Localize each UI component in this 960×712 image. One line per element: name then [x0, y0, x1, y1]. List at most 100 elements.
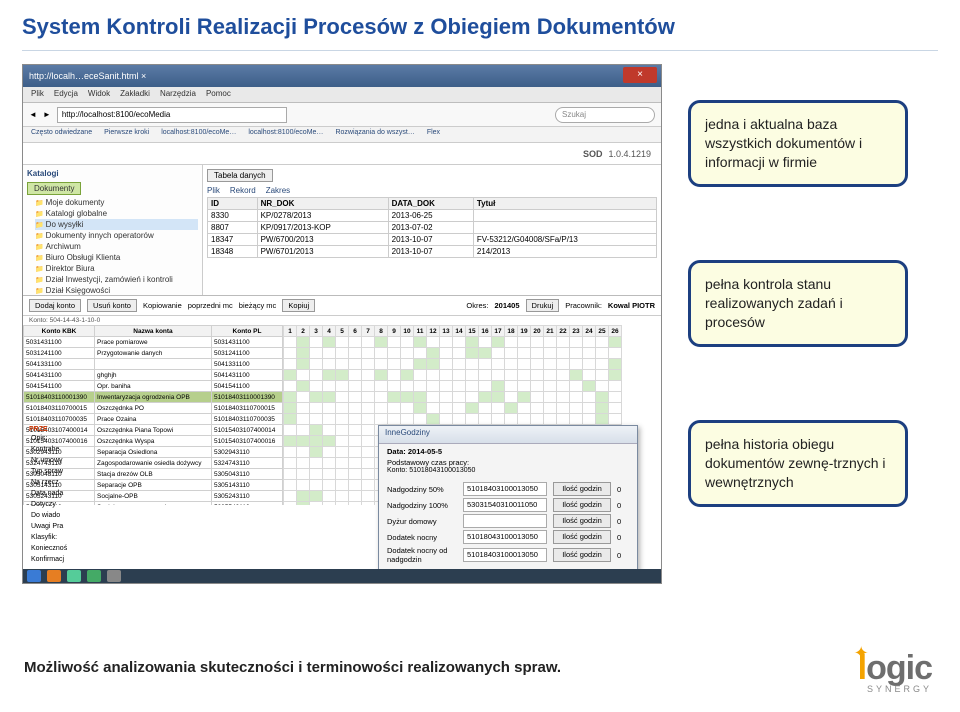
hours-dialog[interactable]: InneGodziny Data: 2014-05-5 Podstawowy c… [378, 425, 638, 584]
menu-item[interactable]: Plik [31, 89, 44, 100]
bookmark-item[interactable]: localhost:8100/ecoMe… [161, 129, 236, 140]
del-account-button[interactable]: Usuń konto [87, 299, 137, 312]
dialog-row-label: Nadgodziny 50% [387, 485, 457, 494]
tree-item[interactable]: Archiwum [35, 241, 198, 252]
menu-item[interactable]: Narzędzia [160, 89, 196, 100]
record-form: PRZE Opis:KontraheNr umowyTyp sprawNa rz… [29, 426, 279, 567]
dialog-title: InneGodziny [379, 426, 637, 444]
copy-button[interactable]: Kopiuj [282, 299, 315, 312]
form-field-label: Typ spraw [29, 468, 279, 479]
table-row[interactable]: 8807KP/0917/2013-KOP2013-07-02 [208, 222, 657, 234]
timesheet-toolbar: Dodaj konto Usuń konto Kopiowanie poprze… [23, 296, 661, 316]
dialog-konto-input[interactable] [463, 514, 547, 528]
menu-item[interactable]: Widok [88, 89, 110, 100]
tab-label[interactable]: http://localh…eceSanit.html × [29, 71, 146, 81]
dialog-konto-input[interactable]: 51018403100013050 [463, 548, 547, 562]
timesheet-row[interactable]: 50413311005041331100 [24, 359, 283, 370]
bookmarks-bar[interactable]: Często odwiedzane Pierwsze kroki localhost… [23, 127, 661, 143]
taskbar[interactable] [23, 569, 661, 583]
hours-value: 0 [617, 551, 629, 560]
tree-item[interactable]: Dokumenty innych operatorów [35, 230, 198, 241]
column-header[interactable]: ID [208, 198, 258, 210]
taskbar-icon[interactable] [47, 570, 61, 582]
column-header[interactable]: NR_DOK [257, 198, 388, 210]
app-name: SOD [583, 149, 603, 159]
dialog-date-lbl: Data: [387, 447, 406, 456]
dialog-row: Dodatek nocny od nadgodzin51018403100013… [387, 546, 629, 564]
taskbar-icon[interactable] [67, 570, 81, 582]
form-field-label: Koniecznoś [29, 545, 279, 556]
konto-row: Konto: 504-14-43-1-10-0 [23, 316, 661, 325]
back-icon[interactable]: ◄ [29, 110, 37, 119]
form-field-label: Na rzecz [29, 479, 279, 490]
menu-item[interactable]: Edycja [54, 89, 78, 100]
bookmark-item[interactable]: Często odwiedzane [31, 129, 92, 140]
print-button[interactable]: Drukuj [526, 299, 560, 312]
tree-item[interactable]: Dział Inwestycji, zamówień i kontroli [35, 274, 198, 285]
timesheet-row[interactable]: 51018403110001390Inwentaryzacja ogrodzen… [24, 392, 283, 403]
filter-label[interactable]: Rekord [230, 186, 256, 195]
tree-tag[interactable]: Dokumenty [27, 182, 81, 195]
tree-header: Katalogi [27, 169, 198, 178]
copy-opt-cur[interactable]: bieżący mc [239, 301, 277, 310]
bookmark-item[interactable]: Rozwiązania do wszyst… [335, 129, 414, 140]
address-bar: ◄ ► http://localhost:8100/ecoMedia Szuka… [23, 103, 661, 127]
column-header[interactable]: DATA_DOK [388, 198, 473, 210]
hours-value: 0 [617, 501, 629, 510]
add-account-button[interactable]: Dodaj konto [29, 299, 81, 312]
table-tab[interactable]: Tabela danych [207, 169, 273, 182]
forward-icon[interactable]: ► [43, 110, 51, 119]
timesheet-row[interactable]: 5041431100ghghjh5041431100 [24, 370, 283, 381]
tree-item[interactable]: Moje dokumenty [35, 197, 198, 208]
hours-value: 0 [617, 517, 629, 526]
hours-button[interactable]: Ilość godzin [553, 548, 611, 562]
hours-button[interactable]: Ilość godzin [553, 482, 611, 496]
table-row[interactable]: 8330KP/0278/20132013-06-25 [208, 210, 657, 222]
tree-item[interactable]: Do wysyłki [35, 219, 198, 230]
hours-value: 0 [617, 533, 629, 542]
tree-item[interactable]: Direktor Biura [35, 263, 198, 274]
menu-item[interactable]: Pomoc [206, 89, 231, 100]
documents-table[interactable]: IDNR_DOKDATA_DOKTytuł 8330KP/0278/201320… [207, 197, 657, 258]
timesheet-row[interactable]: 51018403110700015Oszczędnka PO5101840311… [24, 403, 283, 414]
hours-button[interactable]: Ilość godzin [553, 514, 611, 528]
taskbar-icon[interactable] [87, 570, 101, 582]
table-row[interactable]: 18347PW/6700/20132013-10-07FV-53212/G040… [208, 234, 657, 246]
dialog-konto-input[interactable]: 51018043100013050 [463, 530, 547, 544]
summary-text: Możliwość analizowania skuteczności i te… [24, 658, 561, 678]
table-row[interactable]: 18348PW/6701/20132013-10-07214/2013 [208, 246, 657, 258]
dialog-konto-input[interactable]: 51018403100013050 [463, 482, 547, 496]
callout-database: jedna i aktualna baza wszystkich dokumen… [688, 100, 908, 187]
timesheet-row[interactable]: 5041541100Opr. baniha5041541100 [24, 381, 283, 392]
column-header[interactable]: Tytuł [473, 198, 656, 210]
url-field[interactable]: http://localhost:8100/ecoMedia [57, 107, 287, 123]
filter-label[interactable]: Plik [207, 186, 220, 195]
window-titlebar: http://localh…eceSanit.html × × [23, 65, 661, 87]
hours-button[interactable]: Ilość godzin [553, 498, 611, 512]
form-field-label: Konfirmacj [29, 556, 279, 567]
timesheet-row[interactable]: 51018403110700035Prace Ozaina51018403110… [24, 414, 283, 425]
close-icon[interactable]: × [623, 67, 657, 83]
employee-label: Pracownik: [565, 301, 602, 310]
bookmark-item[interactable]: Pierwsze kroki [104, 129, 149, 140]
tree-item[interactable]: Katalogi globalne [35, 208, 198, 219]
form-prze: PRZE [29, 426, 279, 433]
bookmark-item[interactable]: Flex [427, 129, 440, 140]
menubar[interactable]: Plik Edycja Widok Zakładki Narzędzia Pomoc [23, 87, 661, 103]
filter-label[interactable]: Zakres [266, 186, 290, 195]
menu-item[interactable]: Zakładki [120, 89, 150, 100]
bookmark-item[interactable]: localhost:8100/ecoMe… [248, 129, 323, 140]
form-field-label: Kontrahe [29, 446, 279, 457]
search-input[interactable]: Szukaj [555, 107, 655, 123]
dialog-row: Nadgodziny 50% 51018403100013050 Ilość god… [387, 482, 629, 496]
dialog-konto-input[interactable]: 53031540310011050 [463, 498, 547, 512]
tree-item[interactable]: Biuro Obsługi Klienta [35, 252, 198, 263]
timesheet-row[interactable]: 5031431100Prace pomiarowe5031431100 [24, 337, 283, 348]
copy-opt-prev[interactable]: poprzedni mc [188, 301, 233, 310]
dialog-row-label: Dodatek nocny [387, 533, 457, 542]
hours-button[interactable]: Ilość godzin [553, 530, 611, 544]
taskbar-icon[interactable] [107, 570, 121, 582]
timesheet-row[interactable]: 5031241100Przygotowanie danych5031241100 [24, 348, 283, 359]
taskbar-icon[interactable] [27, 570, 41, 582]
callout-control: pełna kontrola stanu realizowanych zadań… [688, 260, 908, 347]
